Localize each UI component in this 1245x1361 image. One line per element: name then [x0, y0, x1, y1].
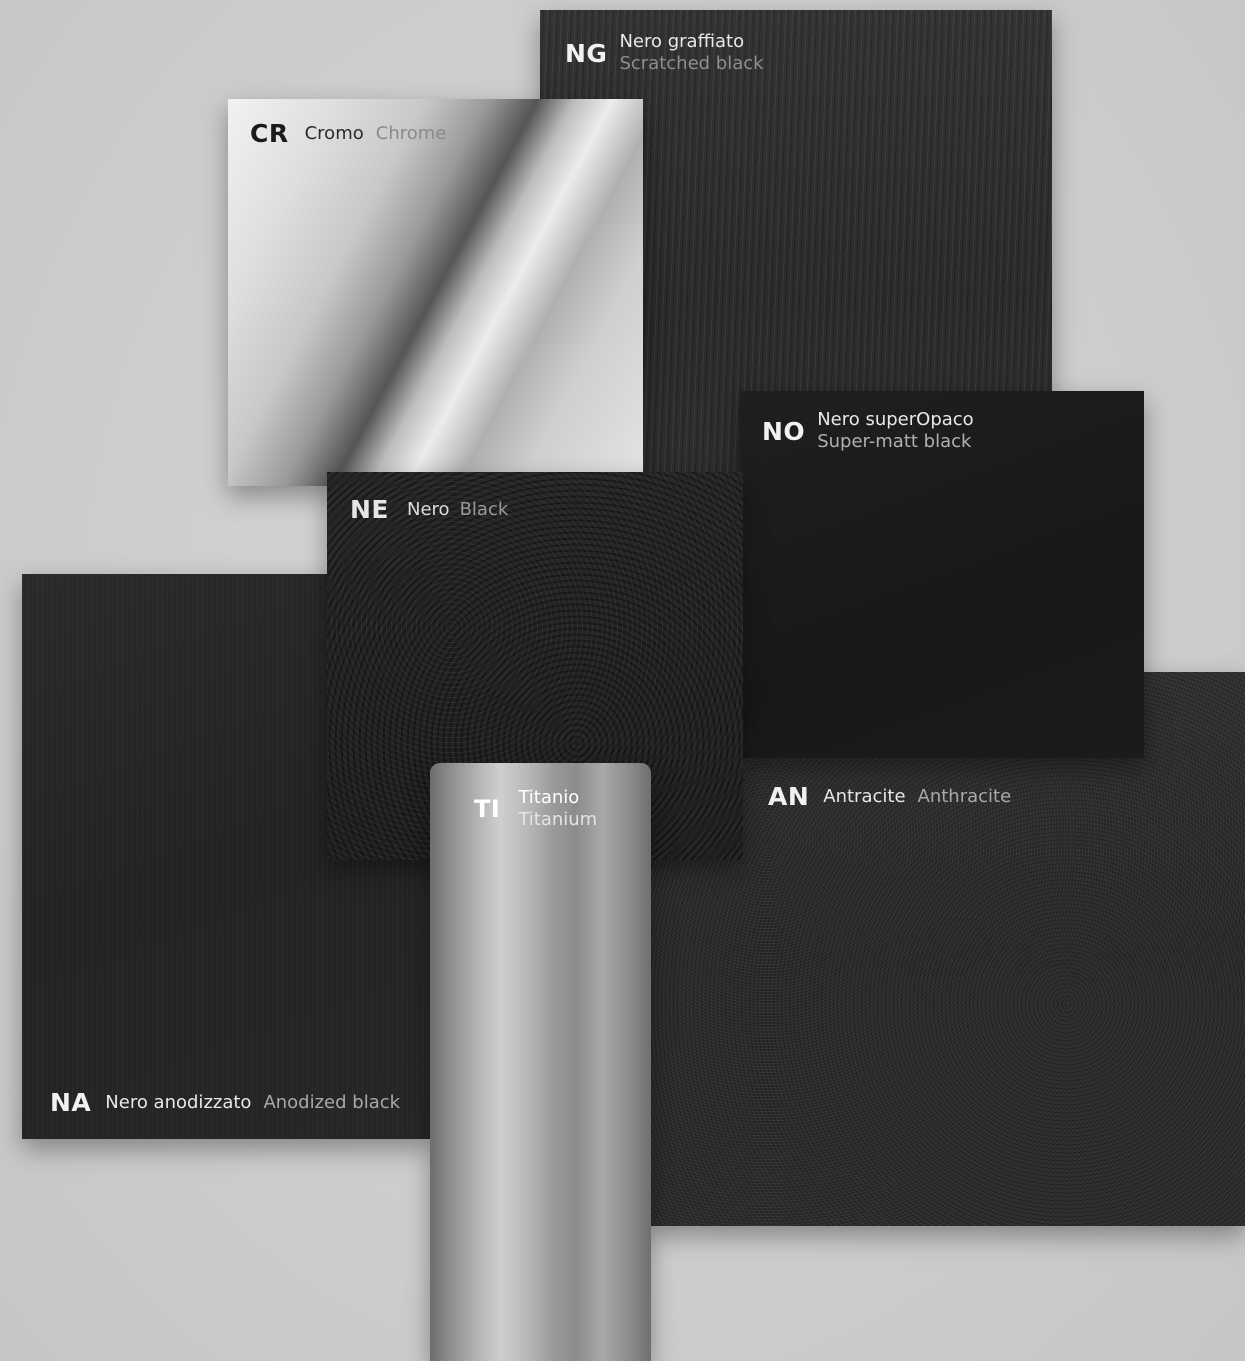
swatch-super-matt-black: NO Nero superOpaco Super-matt black [740, 391, 1144, 758]
swatch-label: CR Cromo Chrome [250, 119, 446, 148]
swatch-name-en: Anodized black [263, 1092, 401, 1113]
swatch-name-it: Nero graffiato [619, 31, 745, 52]
swatch-code: NA [50, 1088, 92, 1117]
swatch-name-it: Nero [407, 499, 450, 520]
swatch-chrome: CR Cromo Chrome [228, 99, 643, 486]
swatch-code: NG [565, 38, 608, 68]
swatch-name-en: Titanium [518, 809, 598, 830]
swatch-code: CR [250, 119, 289, 148]
swatch-name-en: Chrome [375, 123, 447, 144]
swatch-label: NA Nero anodizzato Anodized black [50, 1088, 400, 1117]
swatch-name-it: Antracite [823, 786, 906, 807]
swatch-name-en: Super-matt black [817, 431, 972, 452]
swatch-label: TI Titanio Titanium [474, 787, 597, 831]
swatch-name-it: Titanio [518, 787, 580, 808]
swatch-name-it: Nero anodizzato [105, 1092, 252, 1113]
swatch-label: AN Antracite Anthracite [768, 782, 1011, 811]
swatch-label: NE Nero Black [350, 495, 508, 524]
swatch-name-en: Anthracite [917, 786, 1012, 807]
swatch-name-en: Black [459, 499, 509, 520]
swatch-name-it: Cromo [304, 123, 364, 144]
swatch-code: NO [762, 416, 806, 446]
swatch-code: NE [350, 495, 390, 524]
swatch-name-en: Scratched black [619, 53, 764, 74]
swatch-titanium-tube: TI Titanio Titanium [430, 763, 651, 1361]
swatch-label: NO Nero superOpaco Super-matt black [762, 409, 974, 453]
swatch-name-it: Nero superOpaco [817, 409, 974, 430]
swatch-code: AN [768, 782, 810, 811]
swatch-code: TI [474, 795, 501, 823]
swatch-label: NG Nero graffiato Scratched black [565, 31, 764, 75]
